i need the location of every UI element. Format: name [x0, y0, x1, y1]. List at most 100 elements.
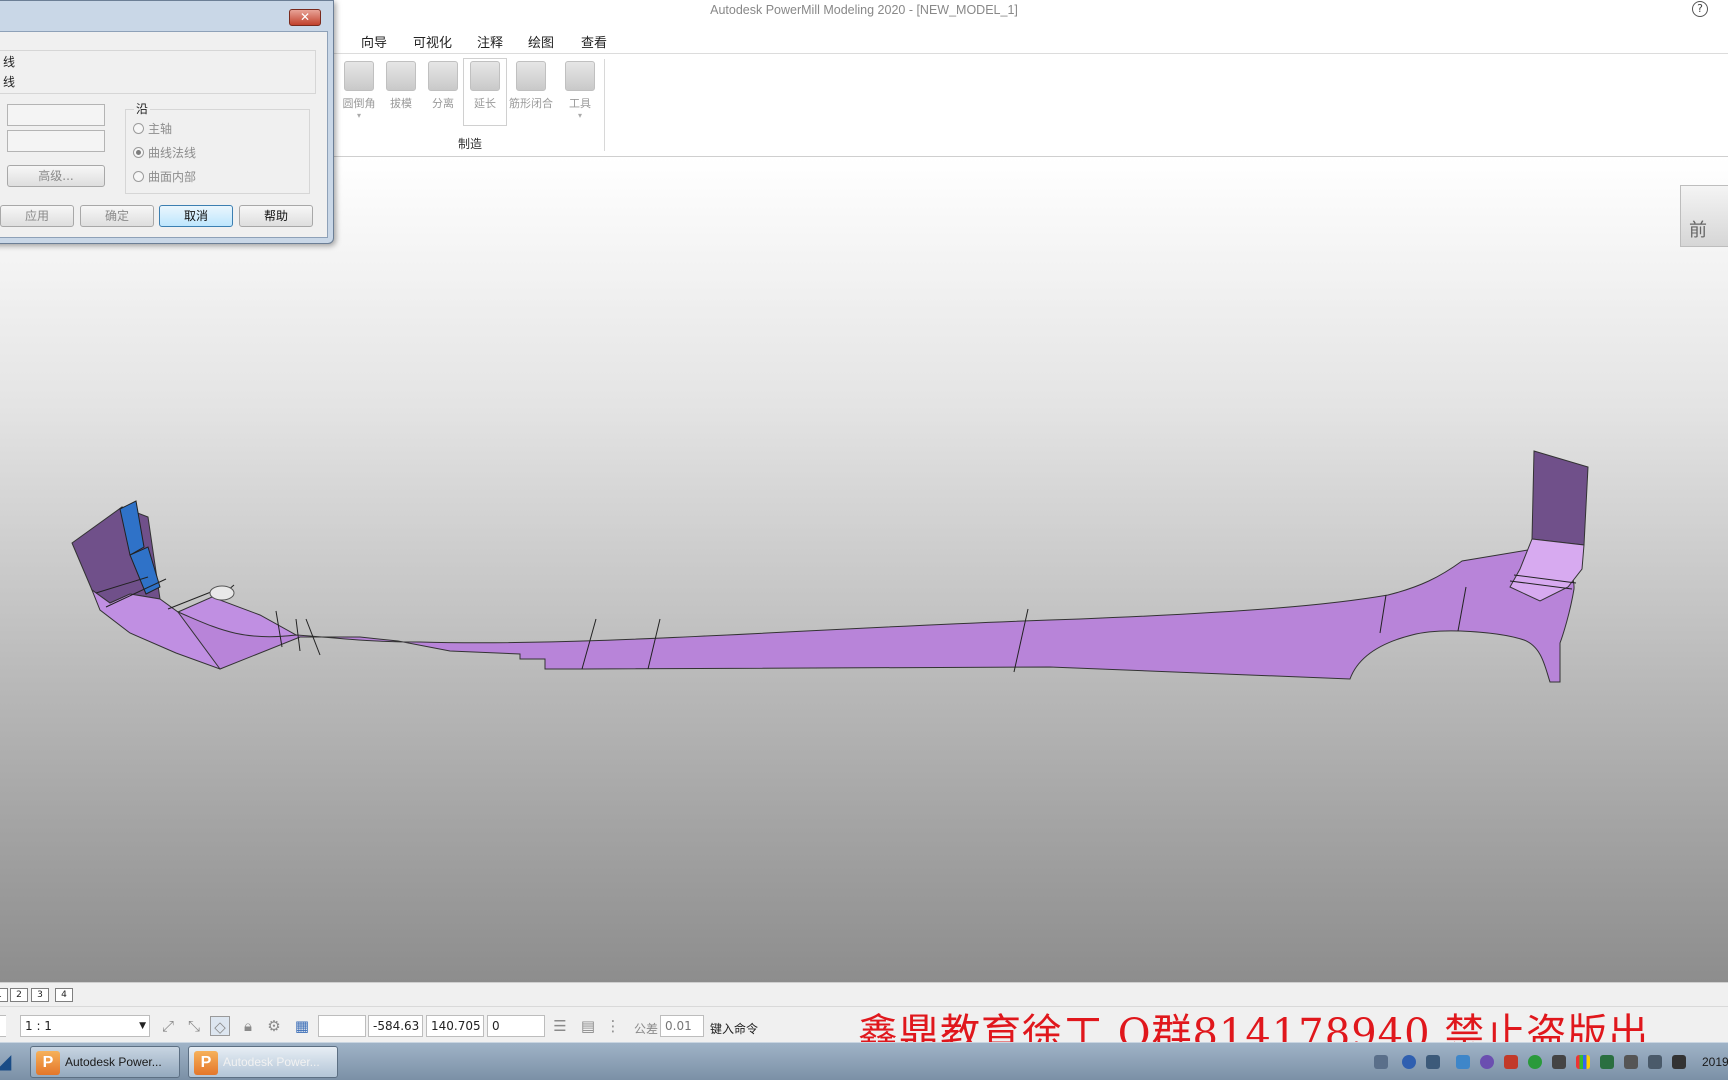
extend-button[interactable]: 延长 [463, 58, 507, 126]
tolerance-field[interactable]: 0.01 [660, 1015, 704, 1037]
tab-annotate[interactable]: 注释 [477, 32, 503, 51]
close-icon[interactable]: ✕ [289, 9, 321, 26]
graphics-viewport[interactable]: 前 [0, 157, 1728, 982]
tab-draw[interactable]: 绘图 [528, 32, 554, 51]
dialog-body: 线 线 高级... 沿 主轴 曲线法线 曲面内部 应用 确定 取消 帮助 [0, 31, 328, 238]
fillet-button[interactable]: 圆倒角 ▾ [337, 59, 381, 120]
apply-button[interactable]: 应用 [0, 205, 74, 227]
extend-label: 延长 [474, 97, 496, 110]
dialog-info-line: 线 [3, 75, 16, 89]
tools-button[interactable]: 工具 ▾ [558, 59, 602, 120]
snap-arrow-icon[interactable]: ⤡ [184, 1016, 204, 1036]
lock-icon[interactable]: 🔒︎ [238, 1016, 258, 1036]
distance-field[interactable] [7, 104, 105, 126]
tab-visualize[interactable]: 可视化 [413, 32, 452, 51]
dialog-info-box: 线 线 [0, 50, 316, 94]
taskbar-item-powermill-1[interactable]: P Autodesk Power... [30, 1046, 180, 1078]
radio-curve-normal[interactable]: 曲线法线 [133, 144, 196, 161]
chevron-down-icon: ▾ [356, 111, 361, 120]
taskbar-item-powermill-2[interactable]: P Autodesk Power... [188, 1046, 338, 1078]
ruler-icon[interactable]: ▤ [578, 1016, 598, 1036]
view-tab-bar: 1 2 3 4 [0, 982, 1728, 1006]
tray-flag-icon[interactable] [1648, 1055, 1662, 1069]
command-input[interactable]: 键入命令 [710, 1020, 758, 1037]
status-left-stub [0, 1015, 6, 1037]
help-icon[interactable]: ? [1692, 1, 1708, 17]
main-body-surface[interactable] [176, 548, 1575, 683]
cancel-button[interactable]: 取消 [159, 205, 233, 227]
angle-field[interactable] [7, 130, 105, 152]
draft-icon [386, 61, 416, 91]
grid-icon[interactable]: ▦ [292, 1016, 312, 1036]
tray-app-icon[interactable] [1504, 1055, 1518, 1069]
tray-help-icon[interactable] [1402, 1055, 1416, 1069]
taskbar-item-label: Autodesk Power... [65, 1055, 162, 1069]
rib-close-button[interactable]: 筋形闭合 [509, 59, 553, 111]
draft-label: 拔模 [390, 97, 412, 110]
radio-surface-interior[interactable]: 曲面内部 [133, 168, 196, 185]
tray-app2-icon[interactable] [1624, 1055, 1638, 1069]
taskbar-item-label: Autodesk Power... [223, 1055, 320, 1069]
gear-icon[interactable]: ⚙ [264, 1016, 284, 1036]
coord-z-field[interactable]: 0 [487, 1015, 545, 1037]
view-tab-4[interactable]: 4 [55, 988, 73, 1002]
advanced-button[interactable]: 高级... [7, 165, 105, 187]
rib-close-icon [516, 61, 546, 91]
divider-icon: ⋮ [605, 1017, 621, 1035]
tab-view[interactable]: 查看 [581, 32, 607, 51]
volume-icon[interactable] [1672, 1055, 1686, 1069]
dialog-info-line: 线 [3, 55, 16, 69]
powermill-icon: P [194, 1051, 218, 1075]
snap-icon[interactable]: ⤢ [158, 1016, 178, 1036]
marker-tag[interactable] [209, 585, 235, 601]
coord-x-field[interactable]: -584.63 [368, 1015, 423, 1037]
list-icon[interactable]: ☰ [550, 1016, 570, 1036]
view-tab-3[interactable]: 3 [31, 988, 49, 1002]
split-label: 分离 [432, 97, 454, 110]
tray-network-icon[interactable] [1456, 1055, 1470, 1069]
tolerance-label: 公差 [634, 1022, 659, 1036]
ok-button[interactable]: 确定 [80, 205, 154, 227]
split-icon [428, 61, 458, 91]
radio-main-axis[interactable]: 主轴 [133, 120, 172, 137]
chevron-down-icon[interactable]: ▼ [139, 1016, 146, 1036]
extend-icon [470, 61, 500, 91]
coord-y-field[interactable]: 140.705 [426, 1015, 484, 1037]
tray-display-icon[interactable] [1552, 1055, 1566, 1069]
workplane-icon[interactable]: ◇ [210, 1016, 230, 1036]
viewcube[interactable]: 前 [1680, 185, 1728, 247]
scale-value: 1 : 1 [25, 1019, 52, 1033]
tray-keyboard-icon[interactable] [1374, 1055, 1388, 1069]
radio-label: 曲面内部 [148, 170, 197, 184]
draft-button[interactable]: 拔模 [379, 59, 423, 111]
ribbon-group-divider [604, 59, 605, 151]
start-icon[interactable]: ◢ [0, 1049, 20, 1075]
radio-button[interactable] [133, 123, 144, 134]
ribbon-group-label: 制造 [458, 137, 483, 151]
tab-wizard[interactable]: 向导 [361, 32, 387, 51]
tray-security-icon[interactable] [1528, 1055, 1542, 1069]
radio-button[interactable] [133, 147, 144, 158]
blank-field[interactable] [318, 1015, 366, 1037]
clock[interactable]: 2019 [1702, 1055, 1728, 1069]
tray-pin-icon[interactable] [1426, 1055, 1440, 1069]
model-surfaces[interactable] [0, 157, 1728, 982]
tray-media-icon[interactable] [1480, 1055, 1494, 1069]
rib-close-label: 筋形闭合 [509, 97, 553, 110]
radio-label: 主轴 [148, 122, 173, 136]
view-tab-2[interactable]: 2 [10, 988, 28, 1002]
tray-windows-icon[interactable] [1576, 1055, 1590, 1069]
help-button[interactable]: 帮助 [239, 205, 313, 227]
split-button[interactable]: 分离 [421, 59, 465, 111]
view-tab-1[interactable]: 1 [0, 988, 8, 1002]
tray-nvidia-icon[interactable] [1600, 1055, 1614, 1069]
fillet-label: 圆倒角 [342, 97, 376, 110]
radio-label: 曲线法线 [148, 146, 197, 160]
taskbar: ◢ P Autodesk Power... P Autodesk Power..… [0, 1042, 1728, 1080]
tools-label: 工具 [569, 97, 591, 110]
scale-select[interactable]: 1 : 1 ▼ [20, 1015, 150, 1037]
right-flange-surface[interactable] [1531, 450, 1589, 546]
viewcube-front-label: 前 [1689, 220, 1707, 241]
radio-button[interactable] [133, 171, 144, 182]
chevron-down-icon: ▾ [577, 111, 582, 120]
